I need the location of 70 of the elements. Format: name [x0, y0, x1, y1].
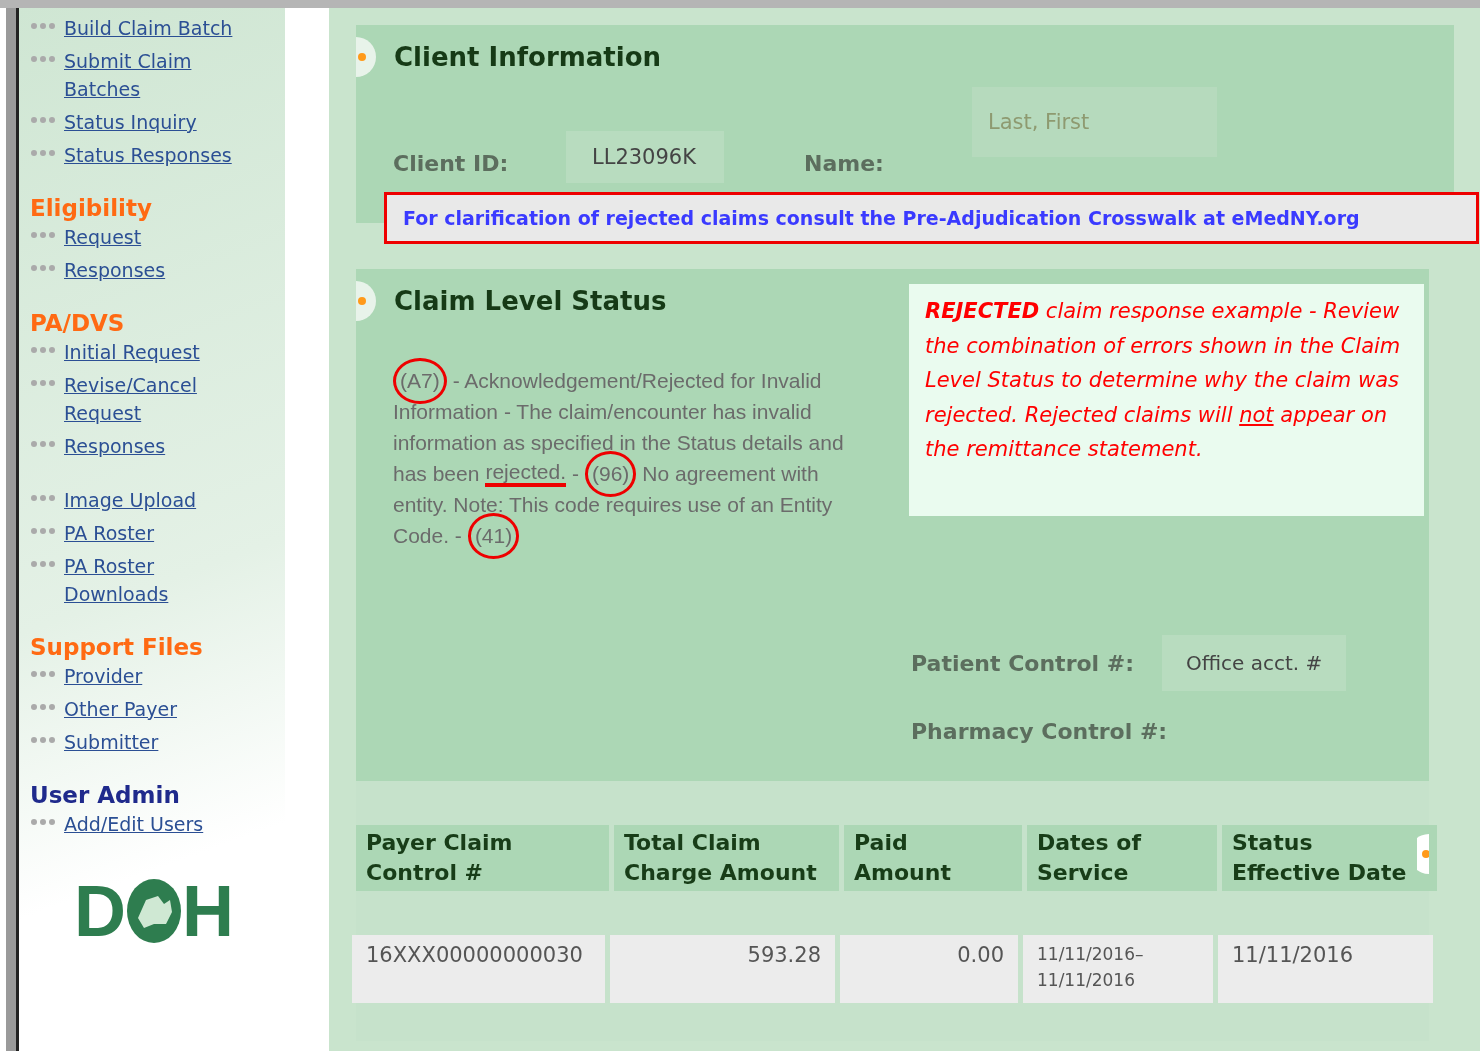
- sidebar-link[interactable]: PA Roster: [64, 519, 254, 547]
- bullet-icon: [30, 22, 56, 30]
- field-label: Name:: [804, 150, 885, 176]
- sidebar-link[interactable]: Submitter: [64, 728, 254, 756]
- notice-banner: For clarification of rejected claims consult the Pre-Adjudication Crosswalk at eMedNY.org: [384, 192, 1479, 244]
- circled-code: (96): [584, 450, 637, 497]
- section-title: Claim Level Status: [394, 286, 667, 316]
- column-header: Payer Claim Control #: [356, 825, 609, 891]
- status-text: Code. -: [393, 523, 462, 549]
- field-label: Client ID:: [393, 150, 510, 176]
- bullet-icon: [30, 231, 56, 239]
- column-header: Total Claim Charge Amount: [614, 825, 839, 891]
- bullet-icon: [30, 560, 56, 568]
- doh-logo: D H: [74, 878, 235, 944]
- section-title: Client Information: [394, 42, 662, 72]
- bullet-icon: [30, 670, 56, 678]
- status-text: - Acknowledgement/Rejected for Invalid: [452, 368, 822, 394]
- sidebar-heading: Eligibility: [30, 195, 153, 221]
- bullet-icon: [30, 818, 56, 826]
- sidebar-link[interactable]: Initial Request: [64, 338, 254, 366]
- sidebar-link[interactable]: Add/Edit Users: [64, 810, 254, 838]
- sidebar-link[interactable]: Submit Claim Batches: [64, 47, 254, 103]
- sidebar-link[interactable]: Build Claim Batch: [64, 14, 254, 42]
- section-marker-icon: [356, 37, 378, 77]
- table-cell: 0.00: [840, 935, 1018, 1003]
- table-cell: 11/11/2016: [1218, 935, 1433, 1003]
- status-text: No agreement with: [642, 461, 819, 487]
- column-header: Dates of Service: [1027, 825, 1217, 891]
- bullet-icon: [30, 55, 56, 63]
- section-marker-icon: [1417, 834, 1429, 874]
- table-cell: 593.28: [610, 935, 835, 1003]
- bullet-icon: [30, 346, 56, 354]
- table-cell: 16XXX00000000030: [352, 935, 605, 1003]
- status-text: -: [571, 461, 579, 487]
- bullet-icon: [30, 440, 56, 448]
- column-header: Status Effective Date: [1222, 825, 1437, 891]
- underlined-status-text: rejected.: [485, 460, 566, 487]
- patient-control-value: Office acct. #: [1162, 635, 1347, 691]
- sidebar-link[interactable]: Image Upload: [64, 486, 254, 514]
- sidebar-link[interactable]: Request: [64, 223, 254, 251]
- field-label: Pharmacy Control #:: [911, 719, 1168, 744]
- sidebar-link[interactable]: Responses: [64, 432, 254, 460]
- bullet-icon: [30, 116, 56, 124]
- sidebar-link[interactable]: Status Inquiry: [64, 108, 254, 136]
- section-marker-icon: [356, 281, 378, 321]
- field-label: Patient Control #:: [911, 650, 1135, 676]
- sidebar-link[interactable]: Responses: [64, 256, 254, 284]
- table-cell: 11/11/2016– 11/11/2016: [1023, 935, 1213, 1003]
- circled-code: (41): [467, 512, 520, 559]
- sidebar-link[interactable]: Status Responses: [64, 141, 254, 169]
- sidebar-link[interactable]: Other Payer: [64, 695, 254, 723]
- sidebar-link[interactable]: Provider: [64, 662, 254, 690]
- bullet-icon: [30, 736, 56, 744]
- bullet-icon: [30, 494, 56, 502]
- callout-note: REJECTED claim response example - Review the combination of errors shown in the Claim Level Status to determine why the claim was rejected. Rejected claims will not appear on the remittance statement.: [909, 284, 1424, 516]
- sidebar-heading: Support Files: [30, 634, 204, 660]
- bullet-icon: [30, 703, 56, 711]
- sidebar-link[interactable]: Revise/Cancel Request: [64, 371, 254, 427]
- status-text: has been: [393, 461, 480, 487]
- bullet-icon: [30, 149, 56, 157]
- circled-code: (A7): [393, 357, 447, 404]
- bullet-icon: [30, 264, 56, 272]
- column-header: Paid Amount: [844, 825, 1022, 891]
- sidebar-heading: User Admin: [30, 782, 181, 808]
- sidebar-heading: PA/DVS: [30, 310, 126, 336]
- client-id-value: LL23096K: [566, 131, 724, 183]
- bullet-icon: [30, 379, 56, 387]
- sidebar-link[interactable]: PA Roster Downloads: [64, 552, 254, 608]
- bullet-icon: [30, 527, 56, 535]
- name-field[interactable]: Last, First: [972, 87, 1217, 157]
